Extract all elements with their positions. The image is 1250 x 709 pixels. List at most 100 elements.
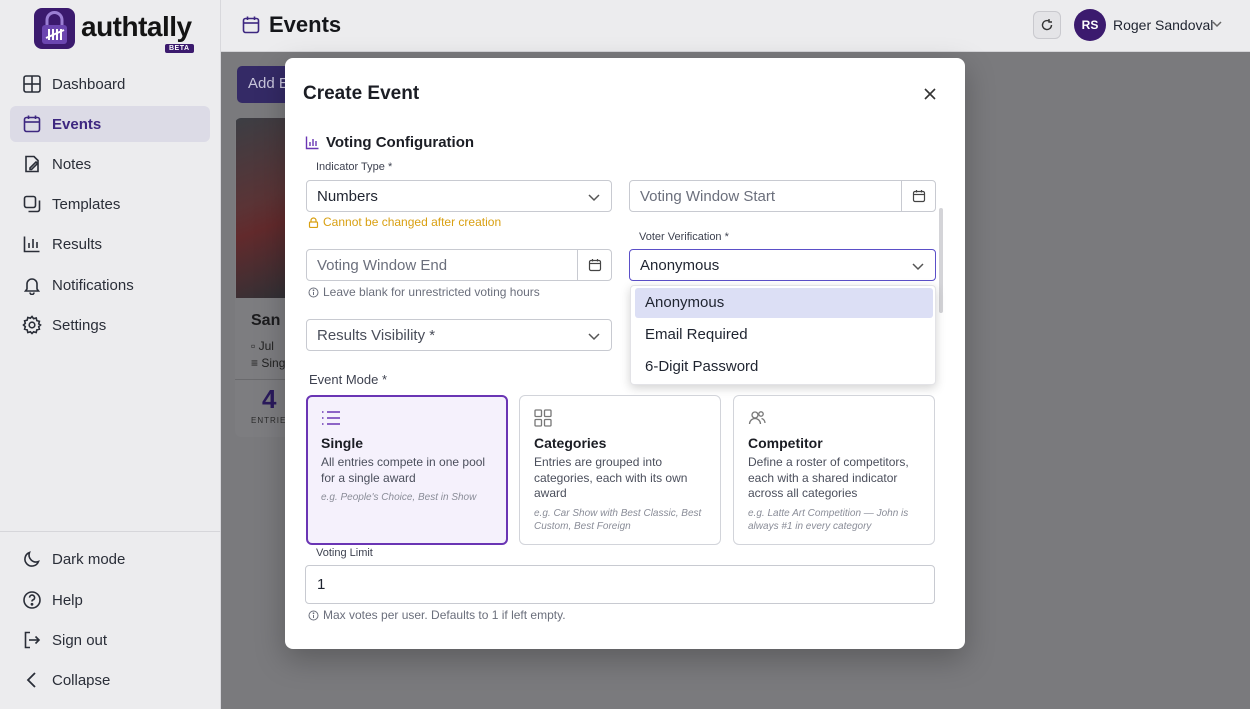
close-icon[interactable] (921, 85, 939, 103)
sidebar-item-results[interactable]: Results (10, 226, 210, 262)
results-visibility-select[interactable]: Results Visibility * (306, 319, 612, 351)
event-mode-label: Event Mode * (309, 372, 388, 387)
voter-verification-value: Anonymous (640, 257, 720, 274)
lock-icon (308, 216, 319, 228)
dashboard-icon (23, 75, 41, 93)
info-icon (308, 610, 319, 620)
list-icon (322, 411, 340, 425)
sidebar-item-label: Results (52, 235, 103, 253)
event-card-mode-text: Sing (261, 356, 286, 370)
calendar-icon (912, 190, 925, 203)
results-icon (23, 236, 40, 253)
page-title: Events (241, 12, 341, 38)
chevron-down-icon (588, 194, 600, 202)
sidebar-item-label: Notifications (52, 276, 134, 294)
sidebar-item-notifications[interactable]: Notifications (10, 267, 210, 303)
voting-window-end-placeholder: Voting Window End (317, 257, 448, 274)
sidebar-item-notes[interactable]: Notes (10, 146, 210, 182)
section-title: Voting Configuration (305, 134, 474, 151)
sidebar-item-label: Collapse (52, 671, 111, 689)
sidebar-item-label: Notes (52, 155, 92, 173)
sidebar-item-settings[interactable]: Settings (10, 307, 210, 343)
voting-limit-hint-text: Max votes per user. Defaults to 1 if lef… (323, 608, 566, 622)
indicator-type-warning: Cannot be changed after creation (308, 215, 501, 229)
indicator-type-warning-text: Cannot be changed after creation (323, 215, 502, 229)
grid-icon (534, 409, 552, 427)
event-mode-description: Define a roster of competitors, each wit… (748, 455, 909, 500)
sidebar-item-sign-out[interactable]: Sign out (10, 622, 210, 658)
sidebar: authtally BETA Dashboard Events Notes Te… (0, 0, 221, 709)
dropdown-option-anonymous[interactable]: Anonymous (635, 288, 933, 318)
voting-limit-label: Voting Limit (316, 547, 373, 559)
sidebar-item-label: Events (52, 115, 102, 133)
voting-limit-input[interactable]: 1 (305, 565, 935, 604)
brand-logo[interactable]: authtally (34, 8, 192, 49)
results-visibility-placeholder: Results Visibility * (317, 327, 436, 344)
calendar-picker-button[interactable] (901, 181, 935, 211)
modal-scrollbar[interactable] (939, 208, 943, 313)
voting-window-end-hint: Leave blank for unrestricted voting hour… (308, 285, 540, 299)
bar-chart-icon (305, 136, 319, 150)
top-header: Events RS Roger Sandoval (221, 0, 1250, 52)
event-mode-title: Categories (534, 435, 607, 451)
voting-window-end-hint-text: Leave blank for unrestricted voting hour… (323, 285, 540, 299)
voter-verification-label: Voter Verification * (639, 231, 729, 243)
event-mode-single-card[interactable]: Single All entries compete in one pool f… (306, 395, 508, 545)
sidebar-divider (0, 531, 221, 532)
info-icon (308, 287, 319, 297)
event-mode-competitor-card[interactable]: Competitor Define a roster of competitor… (733, 395, 935, 545)
notes-icon (25, 155, 39, 173)
event-card-count: 4 (262, 384, 277, 414)
chevron-down-icon (588, 333, 600, 341)
user-name[interactable]: Roger Sandoval (1113, 17, 1213, 33)
chevron-down-icon (912, 263, 924, 271)
refresh-icon (1041, 19, 1053, 31)
modal-title: Create Event (303, 83, 420, 104)
templates-icon (23, 195, 41, 213)
sidebar-item-events[interactable]: Events (10, 106, 210, 142)
moon-icon (24, 551, 40, 567)
dropdown-option-email-required[interactable]: Email Required (635, 320, 933, 350)
calendar-picker-button[interactable] (577, 250, 611, 280)
voting-window-start-input[interactable]: Voting Window Start (629, 180, 936, 212)
sidebar-item-label: Help (52, 591, 83, 609)
bell-icon (23, 278, 41, 295)
indicator-type-select[interactable]: Numbers (306, 180, 612, 212)
voting-window-end-input[interactable]: Voting Window End (306, 249, 612, 281)
voter-verification-select[interactable]: Anonymous (629, 249, 936, 281)
chevron-down-icon[interactable] (1211, 18, 1223, 30)
chevron-left-icon (26, 672, 36, 688)
indicator-type-label: Indicator Type * (316, 161, 393, 173)
sidebar-item-label: Sign out (52, 631, 108, 649)
gear-icon (22, 315, 42, 335)
voting-limit-hint: Max votes per user. Defaults to 1 if lef… (308, 608, 566, 622)
beta-badge: BETA (165, 44, 194, 53)
calendar-icon (588, 259, 601, 272)
calendar-icon (23, 115, 41, 133)
sidebar-item-dashboard[interactable]: Dashboard (10, 66, 210, 102)
calendar-icon (242, 16, 260, 34)
sidebar-item-templates[interactable]: Templates (10, 186, 210, 222)
create-event-modal: Create Event Voting Configuration Indica… (285, 58, 965, 649)
event-card-title: San (251, 312, 281, 329)
event-mode-title: Competitor (748, 435, 823, 451)
sidebar-item-label: Dark mode (52, 550, 126, 568)
avatar[interactable]: RS (1074, 9, 1106, 41)
voter-verification-dropdown: Anonymous Email Required 6-Digit Passwor… (630, 285, 936, 385)
sidebar-item-label: Settings (52, 316, 107, 334)
users-icon (748, 411, 766, 425)
sidebar-item-collapse[interactable]: Collapse (10, 662, 210, 698)
sidebar-item-dark-mode[interactable]: Dark mode (10, 541, 210, 577)
lock-logo-icon (34, 8, 75, 49)
help-icon (23, 591, 41, 609)
event-card-date-text: Jul (258, 339, 274, 353)
event-mode-example: e.g. Latte Art Competition — John is alw… (748, 507, 909, 532)
dropdown-option-6-digit-password[interactable]: 6-Digit Password (635, 352, 933, 382)
event-mode-example: e.g. People's Choice, Best in Show (321, 492, 477, 503)
event-mode-categories-card[interactable]: Categories Entries are grouped into cate… (519, 395, 721, 545)
event-mode-example: e.g. Car Show with Best Classic, Best Cu… (534, 507, 702, 532)
sidebar-item-help[interactable]: Help (10, 582, 210, 618)
sign-out-icon (24, 631, 41, 649)
refresh-button[interactable] (1033, 11, 1061, 39)
event-mode-title: Single (321, 435, 364, 451)
